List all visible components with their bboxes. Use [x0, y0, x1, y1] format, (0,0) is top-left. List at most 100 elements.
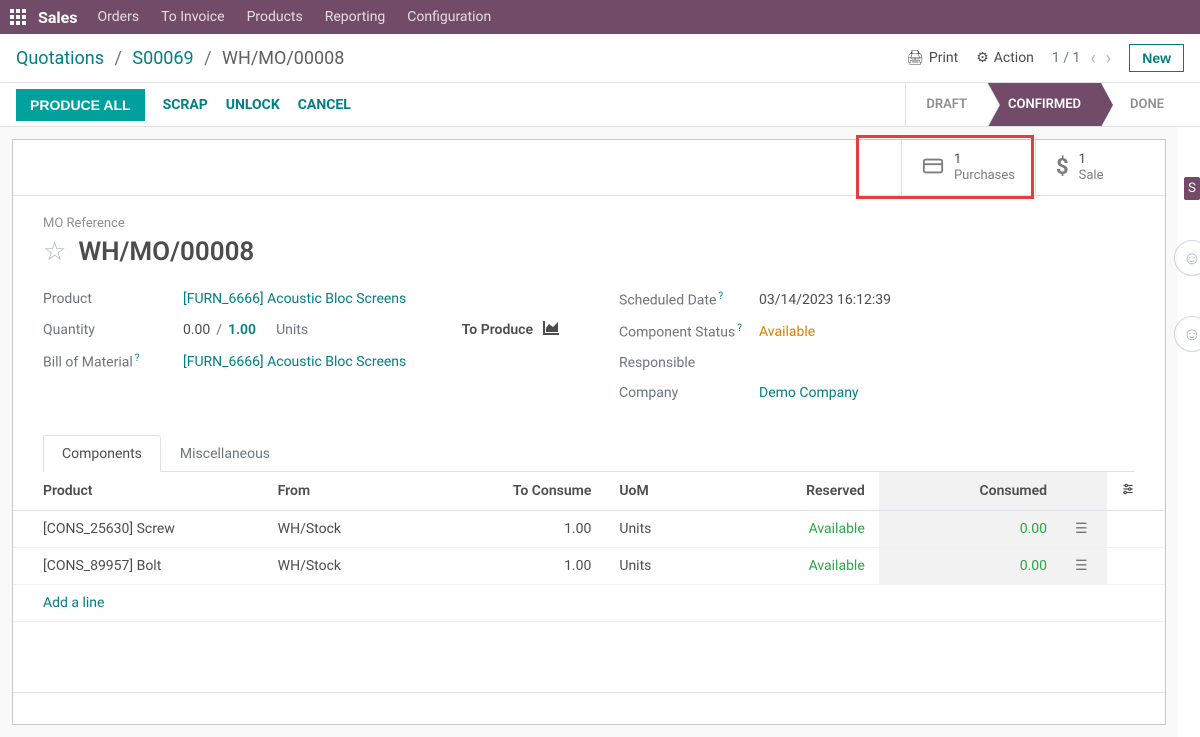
scheduled-date-value[interactable]: 03/14/2023 16:12:39: [759, 292, 1135, 308]
table-row[interactable]: [CONS_25630] Screw WH/Stock 1.00 Units A…: [13, 510, 1165, 547]
chart-icon[interactable]: [543, 321, 559, 339]
qty-total[interactable]: 1.00: [228, 322, 256, 338]
table-header-row: Product From To Consume UoM Reserved Con…: [13, 472, 1165, 511]
nav-orders[interactable]: Orders: [98, 9, 140, 25]
pager: 1 / 1 ‹ ›: [1052, 48, 1111, 69]
apps-icon[interactable]: [8, 7, 28, 27]
help-icon[interactable]: ?: [135, 353, 140, 364]
action-bar: PRODUCE ALL SCRAP UNLOCK CANCEL DRAFT CO…: [0, 83, 1200, 127]
brand-label[interactable]: Sales: [38, 8, 78, 27]
nav-reporting[interactable]: Reporting: [325, 9, 386, 25]
components-table: Product From To Consume UoM Reserved Con…: [13, 472, 1165, 724]
cell-consumed[interactable]: 0.00: [879, 510, 1061, 547]
side-badge[interactable]: S: [1184, 177, 1200, 200]
qty-separator: /: [216, 322, 222, 338]
component-status-value: Available: [759, 324, 1135, 340]
form-sheet: 1 Purchases $ 1 Sale MO Reference ☆ WH/M…: [12, 139, 1166, 725]
produce-all-button[interactable]: PRODUCE ALL: [16, 89, 145, 121]
unlock-button[interactable]: UNLOCK: [226, 97, 280, 113]
help-icon[interactable]: ?: [737, 323, 742, 334]
detail-icon[interactable]: ☰: [1075, 521, 1088, 537]
table-footer: [13, 692, 1165, 724]
dollar-icon: $: [1056, 155, 1069, 180]
top-navbar: Sales Orders To Invoice Products Reporti…: [0, 0, 1200, 34]
stat-purchases-label: Purchases: [954, 168, 1015, 184]
add-line-button[interactable]: Add a line: [43, 595, 104, 611]
product-label: Product: [43, 291, 183, 307]
print-button[interactable]: 🖨 Print: [906, 50, 958, 66]
stat-purchases-count: 1: [954, 152, 1015, 168]
stat-sale-button[interactable]: $ 1 Sale: [1035, 140, 1165, 195]
quantity-label: Quantity: [43, 322, 183, 338]
breadcrumb-current: WH/MO/00008: [222, 48, 344, 69]
smiley-icon[interactable]: ☺: [1174, 240, 1200, 276]
status-draft[interactable]: DRAFT: [905, 83, 987, 126]
to-produce-label: To Produce: [462, 322, 533, 338]
cell-to-consume: 1.00: [468, 510, 605, 547]
bom-value[interactable]: [FURN_6666] Acoustic Bloc Screens: [183, 354, 559, 370]
cell-reserved: Available: [719, 510, 879, 547]
status-bar: DRAFT CONFIRMED DONE: [905, 83, 1184, 126]
breadcrumb: Quotations / S00069 / WH/MO/00008: [16, 48, 344, 69]
cell-uom: Units: [605, 510, 719, 547]
company-value[interactable]: Demo Company: [759, 385, 1135, 401]
smiley-icon[interactable]: ☺: [1174, 316, 1200, 352]
pager-prev-icon[interactable]: ‹: [1090, 48, 1095, 69]
qty-unit: Units: [276, 322, 308, 338]
print-label: Print: [929, 50, 958, 66]
stat-sale-count: 1: [1079, 152, 1104, 168]
cell-product: [CONS_89957] Bolt: [13, 547, 264, 584]
tab-components[interactable]: Components: [43, 435, 161, 472]
status-confirmed[interactable]: CONFIRMED: [987, 83, 1101, 126]
right-column: S ☺ ☺: [1178, 127, 1200, 737]
cell-consumed[interactable]: 0.00: [879, 547, 1061, 584]
gear-icon: ⚙: [976, 50, 989, 66]
breadcrumb-root[interactable]: Quotations: [16, 48, 104, 69]
cancel-button[interactable]: CANCEL: [298, 97, 351, 113]
help-icon[interactable]: ?: [718, 291, 723, 302]
new-button[interactable]: New: [1129, 44, 1184, 72]
breadcrumb-mid[interactable]: S00069: [132, 48, 193, 69]
action-button[interactable]: ⚙ Action: [976, 50, 1034, 66]
tab-miscellaneous[interactable]: Miscellaneous: [161, 435, 289, 472]
component-status-label: Component Status?: [619, 323, 759, 341]
th-from: From: [264, 472, 469, 511]
stat-buttons: 1 Purchases $ 1 Sale: [13, 140, 1165, 196]
qty-done: 0.00: [183, 322, 210, 338]
nav-configuration[interactable]: Configuration: [407, 9, 491, 25]
pager-text: 1 / 1: [1052, 50, 1080, 66]
breadcrumb-bar: Quotations / S00069 / WH/MO/00008 🖨 Prin…: [0, 34, 1200, 83]
th-reserved: Reserved: [719, 472, 879, 511]
cell-to-consume: 1.00: [468, 547, 605, 584]
table-row[interactable]: [CONS_89957] Bolt WH/Stock 1.00 Units Av…: [13, 547, 1165, 584]
th-uom: UoM: [605, 472, 719, 511]
mo-title: WH/MO/00008: [78, 237, 254, 267]
th-product: Product: [13, 472, 264, 511]
responsible-label: Responsible: [619, 355, 759, 371]
bom-label: Bill of Material?: [43, 353, 183, 371]
detail-icon[interactable]: ☰: [1075, 558, 1088, 574]
tab-bar: Components Miscellaneous: [43, 435, 1135, 472]
product-value[interactable]: [FURN_6666] Acoustic Bloc Screens: [183, 291, 559, 307]
cell-from: WH/Stock: [264, 510, 469, 547]
card-icon: [922, 155, 944, 181]
stat-purchases-button[interactable]: 1 Purchases: [901, 140, 1035, 195]
nav-to-invoice[interactable]: To Invoice: [161, 9, 225, 25]
stat-sale-label: Sale: [1079, 168, 1104, 184]
star-icon[interactable]: ☆: [43, 237, 66, 267]
pager-next-icon[interactable]: ›: [1106, 48, 1111, 69]
cell-uom: Units: [605, 547, 719, 584]
print-icon: 🖨: [906, 50, 924, 66]
settings-icon[interactable]: [1121, 484, 1135, 500]
mo-reference-label: MO Reference: [43, 216, 1135, 231]
th-to-consume: To Consume: [468, 472, 605, 511]
th-consumed: Consumed: [879, 472, 1061, 511]
status-done[interactable]: DONE: [1101, 83, 1184, 126]
scheduled-date-label: Scheduled Date?: [619, 291, 759, 309]
scrap-button[interactable]: SCRAP: [163, 97, 208, 113]
company-label: Company: [619, 385, 759, 401]
action-label: Action: [994, 50, 1034, 66]
nav-products[interactable]: Products: [247, 9, 303, 25]
cell-product: [CONS_25630] Screw: [13, 510, 264, 547]
cell-from: WH/Stock: [264, 547, 469, 584]
